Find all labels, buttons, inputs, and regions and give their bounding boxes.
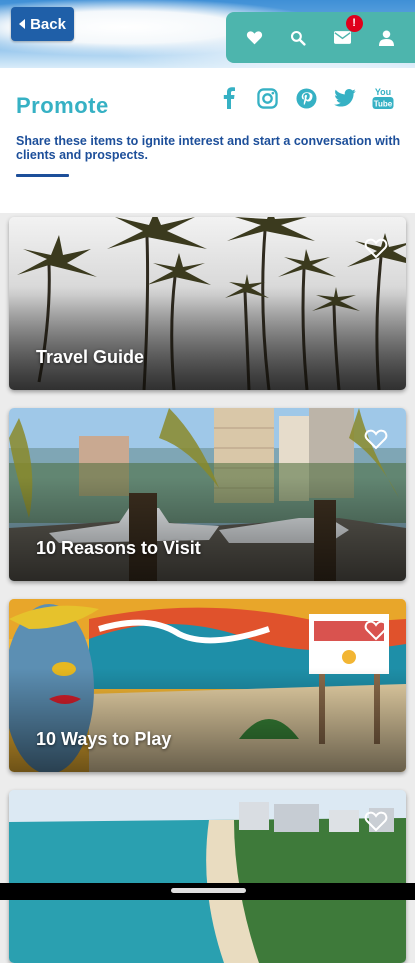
pinterest-icon[interactable] <box>293 85 319 111</box>
home-gesture-handle[interactable] <box>171 888 246 893</box>
back-arrow-icon <box>19 19 26 29</box>
page-title: Promote <box>16 93 109 118</box>
card-title: 10 Ways to Play <box>36 729 172 749</box>
card-shade <box>9 286 406 390</box>
promo-card-10-ways[interactable]: 10 Ways to Play <box>9 599 406 772</box>
back-button[interactable]: Back <box>11 7 74 41</box>
search-icon[interactable] <box>284 24 312 52</box>
favorites-heart-icon[interactable] <box>240 24 268 52</box>
back-button-label: Back <box>30 15 66 33</box>
svg-text:You: You <box>375 87 391 97</box>
card-title: 10 Reasons to Visit <box>36 538 201 558</box>
favorite-heart-icon[interactable] <box>364 810 388 832</box>
youtube-icon[interactable]: You Tube <box>370 85 396 111</box>
title-underline <box>16 174 69 177</box>
page-description: Share these items to ignite interest and… <box>16 134 401 162</box>
promo-card-beach[interactable] <box>9 790 406 963</box>
favorite-heart-icon[interactable] <box>364 619 388 641</box>
promo-card-10-reasons[interactable]: 10 Reasons to Visit <box>9 408 406 581</box>
card-shade <box>9 668 406 772</box>
instagram-icon[interactable] <box>255 85 281 111</box>
favorite-heart-icon[interactable] <box>364 428 388 450</box>
favorite-heart-icon[interactable] <box>364 237 388 259</box>
mail-icon[interactable]: ! <box>329 14 363 52</box>
top-action-bar: ! <box>226 12 415 63</box>
notification-badge: ! <box>345 14 363 32</box>
card-shade <box>9 477 406 581</box>
promo-card-travel-guide[interactable]: Travel Guide <box>9 217 406 390</box>
card-title: Travel Guide <box>36 347 145 367</box>
system-navigation-bar <box>0 883 415 900</box>
user-icon[interactable] <box>373 24 401 52</box>
social-links: You Tube <box>216 84 396 112</box>
beach-aerial-image <box>9 790 406 963</box>
twitter-icon[interactable] <box>332 85 358 111</box>
facebook-icon[interactable] <box>216 85 242 111</box>
promote-panel: Promote You Tube Share these items to ig… <box>0 68 415 213</box>
svg-text:Tube: Tube <box>374 100 393 109</box>
